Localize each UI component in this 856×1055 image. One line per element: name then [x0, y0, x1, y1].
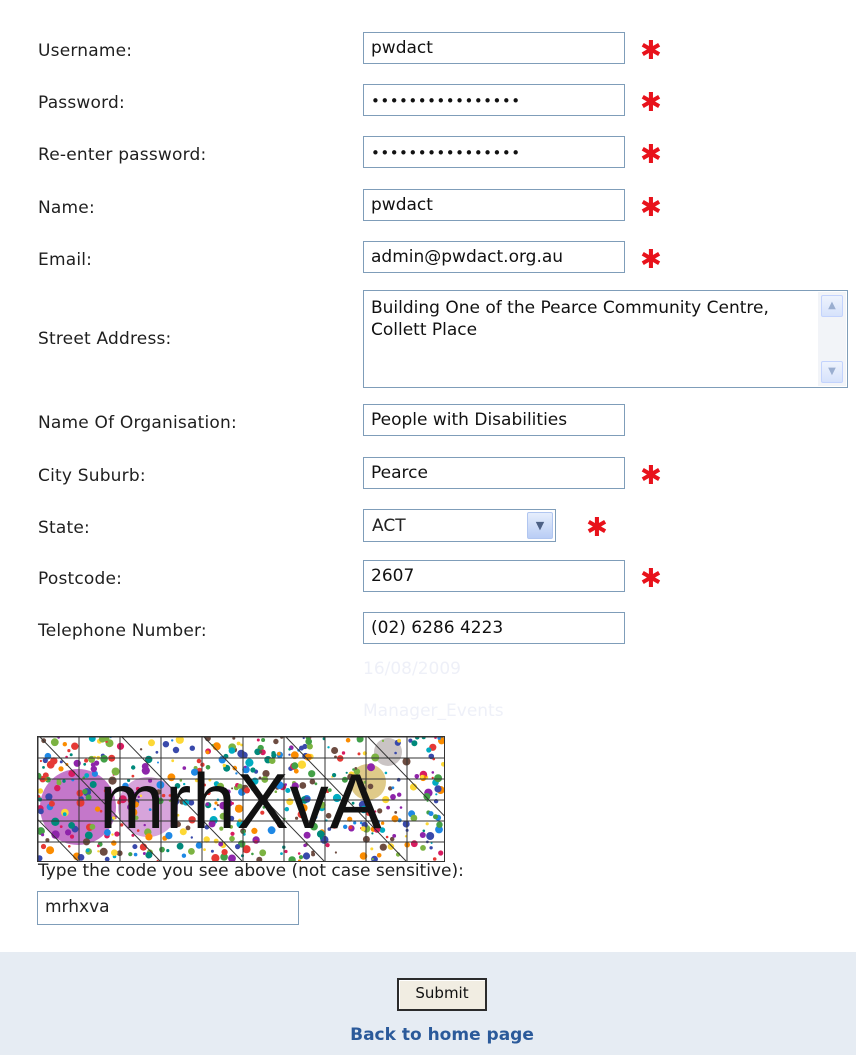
telephone-input[interactable]: (02) 6286 4223 [363, 612, 625, 644]
street-address-label: Street Address: [38, 329, 172, 349]
city-suburb-input[interactable]: Pearce [363, 457, 625, 489]
postcode-label: Postcode: [38, 569, 123, 589]
telephone-label: Telephone Number: [38, 621, 207, 641]
required-marker: ✱ [640, 36, 662, 66]
name-input[interactable]: pwdact [363, 189, 625, 221]
required-marker: ✱ [640, 245, 662, 275]
required-marker: ✱ [640, 461, 662, 491]
scroll-up-icon[interactable]: ▲ [821, 295, 843, 317]
email-label: Email: [38, 250, 93, 270]
name-label: Name: [38, 198, 95, 218]
hidden-date: 16/08/2009 [363, 659, 461, 679]
username-input[interactable]: pwdact [363, 32, 625, 64]
back-to-home-link[interactable]: Back to home page [0, 1025, 856, 1045]
required-marker: ✱ [586, 513, 608, 543]
textarea-scrollbar[interactable]: ▲ ▼ [818, 292, 846, 386]
street-address-value: Building One of the Pearce Community Cen… [371, 298, 769, 340]
required-marker: ✱ [640, 193, 662, 223]
hidden-role: Manager_Events [363, 701, 504, 721]
scroll-down-icon[interactable]: ▼ [821, 361, 843, 383]
required-marker: ✱ [640, 140, 662, 170]
captcha-image: mrhXvA [37, 736, 445, 862]
street-address-textarea[interactable]: Building One of the Pearce Community Cen… [363, 290, 848, 388]
state-selected-value: ACT [372, 516, 406, 536]
reenter-password-input[interactable]: •••••••••••••••• [363, 136, 625, 168]
captcha-instruction: Type the code you see above (not case se… [38, 861, 464, 881]
username-label: Username: [38, 41, 133, 61]
state-label: State: [38, 518, 90, 538]
captcha-input[interactable]: mrhxva [37, 891, 299, 925]
required-marker: ✱ [640, 88, 662, 118]
password-input[interactable]: •••••••••••••••• [363, 84, 625, 116]
email-input[interactable]: admin@pwdact.org.au [363, 241, 625, 273]
postcode-input[interactable]: 2607 [363, 560, 625, 592]
organisation-label: Name Of Organisation: [38, 413, 237, 433]
chevron-down-icon[interactable]: ▼ [527, 512, 553, 539]
reenter-password-label: Re-enter password: [38, 145, 207, 165]
submit-button[interactable]: Submit [397, 978, 487, 1011]
state-select[interactable]: ACT ▼ [363, 509, 556, 542]
organisation-input[interactable]: People with Disabilities [363, 404, 625, 436]
city-suburb-label: City Suburb: [38, 466, 146, 486]
password-label: Password: [38, 93, 125, 113]
required-marker: ✱ [640, 564, 662, 594]
captcha-code-text: mrhXvA [99, 757, 383, 845]
